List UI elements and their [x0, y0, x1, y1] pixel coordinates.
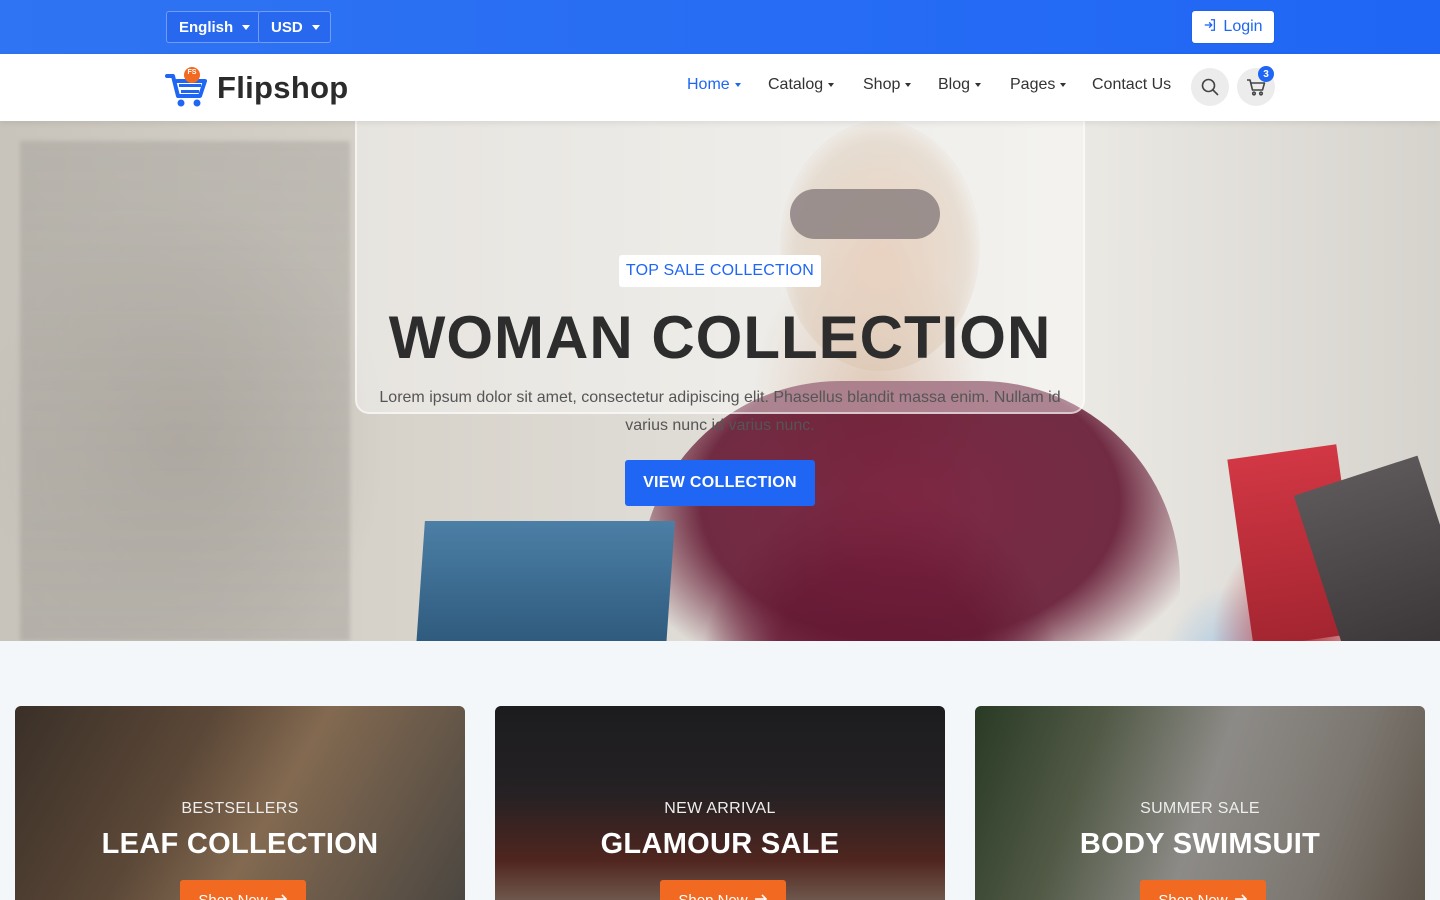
hero-title: WOMAN COLLECTION: [388, 304, 1052, 371]
collection-card-swimsuit[interactable]: SUMMER SALE BODY SWIMSUIT Shop Now: [975, 706, 1425, 900]
nav-label: Pages: [1010, 76, 1056, 93]
nav-item-blog[interactable]: Blog: [938, 76, 982, 94]
nav-item-contact[interactable]: Contact Us: [1092, 76, 1171, 94]
nav-label: Contact Us: [1092, 76, 1172, 93]
logo-badge-text: FS: [187, 69, 197, 76]
view-collection-button[interactable]: VIEW COLLECTION: [625, 460, 815, 506]
nav-item-pages[interactable]: Pages: [1010, 76, 1067, 94]
collection-card-glamour[interactable]: NEW ARRIVAL GLAMOUR SALE Shop Now: [495, 706, 945, 900]
chevron-down-icon: [242, 24, 251, 30]
hero-description: Lorem ipsum dolor sit amet, consectetur …: [379, 389, 1061, 434]
currency-dropdown[interactable]: USD: [258, 11, 331, 43]
button-label: Shop Now: [1158, 891, 1228, 900]
currency-label: USD: [271, 18, 303, 36]
shop-now-button[interactable]: Shop Now: [180, 880, 306, 900]
chevron-down-icon: [905, 83, 912, 87]
hero-photo-bag-blue: [415, 521, 675, 641]
cart-count-badge: 3: [1258, 66, 1274, 82]
nav-label: Blog: [938, 76, 971, 93]
search-button[interactable]: [1191, 68, 1229, 106]
nav-label: Home: [687, 76, 730, 93]
nav-label: Shop: [863, 76, 901, 93]
arrow-right-icon: [274, 892, 288, 900]
card-title: LEAF COLLECTION: [101, 828, 379, 860]
chevron-down-icon: [311, 24, 320, 30]
main-header: FS Flipshop Home Catalog Shop Blog Pages…: [0, 54, 1440, 121]
shop-now-button[interactable]: Shop Now: [660, 880, 786, 900]
language-label: English: [179, 18, 234, 36]
login-label: Login: [1223, 18, 1263, 35]
collection-card-leaf[interactable]: BESTSELLERS LEAF COLLECTION Shop Now: [15, 706, 465, 900]
arrow-right-icon: [1234, 892, 1248, 900]
card-subtitle: BESTSELLERS: [181, 800, 299, 817]
nav-item-shop[interactable]: Shop: [863, 76, 912, 94]
hero-tag: TOP SALE COLLECTION: [619, 255, 821, 287]
search-icon: [1201, 78, 1219, 96]
card-title: GLAMOUR SALE: [600, 828, 840, 860]
shop-now-button[interactable]: Shop Now: [1140, 880, 1266, 900]
login-icon: [1203, 18, 1217, 37]
nav-item-catalog[interactable]: Catalog: [768, 76, 835, 94]
button-label: Shop Now: [198, 891, 268, 900]
card-subtitle: NEW ARRIVAL: [664, 800, 776, 817]
top-bar: English USD Login: [0, 0, 1440, 54]
language-dropdown[interactable]: English: [166, 11, 262, 43]
arrow-right-icon: [754, 892, 768, 900]
brand-name: Flipshop: [217, 70, 349, 105]
nav-label: Catalog: [768, 76, 824, 93]
card-subtitle: SUMMER SALE: [1140, 800, 1260, 817]
chevron-down-icon: [828, 83, 835, 87]
chevron-down-icon: [734, 83, 741, 87]
chevron-down-icon: [1060, 83, 1067, 87]
button-label: Shop Now: [678, 891, 748, 900]
chevron-down-icon: [975, 83, 982, 87]
login-button[interactable]: Login: [1192, 11, 1274, 43]
card-title: BODY SWIMSUIT: [1079, 828, 1321, 860]
hero-photo-building: [20, 141, 350, 641]
nav-item-home[interactable]: Home: [687, 76, 741, 94]
brand-logo[interactable]: FS Flipshop: [165, 66, 349, 110]
